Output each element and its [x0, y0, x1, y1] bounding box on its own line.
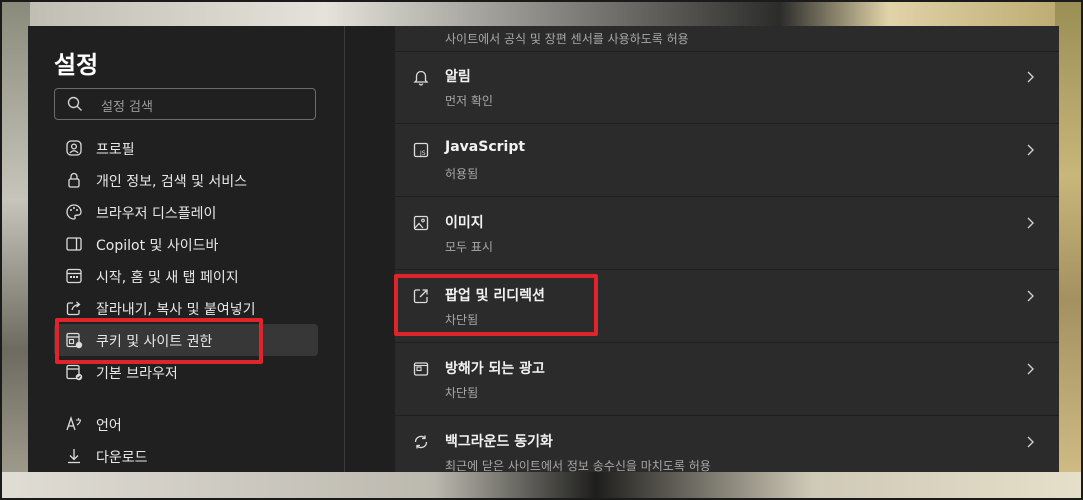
sidebar-item-label: 브라우저 디스플레이: [96, 206, 217, 222]
sidebar-item-label: 프로필: [96, 142, 135, 158]
svg-text:JS: JS: [419, 150, 426, 157]
highlight-box-popups: [394, 274, 598, 336]
sidebar-item-label: 기본 브라우저: [96, 366, 178, 382]
sidebar-item-copilot[interactable]: Copilot 및 사이드바: [54, 228, 318, 260]
image-icon: [412, 214, 430, 232]
sidebar-item-label: 개인 정보, 검색 및 서비스: [96, 174, 248, 190]
list-item-javascript[interactable]: JS JavaScript 허용됨: [395, 125, 1059, 197]
download-icon: [65, 447, 83, 465]
row-title: 이미지: [445, 215, 484, 231]
share-icon: [65, 299, 83, 317]
sidebar-item-label: 언어: [96, 418, 122, 434]
javascript-icon: JS: [412, 141, 430, 159]
search-placeholder: 설정 검색: [101, 100, 153, 115]
site-permissions-list: 사이트에서 공식 및 장편 센서를 사용하도록 허용 알림 먼저 확인 JS J…: [395, 26, 1059, 473]
sidebar-item-display[interactable]: 브라우저 디스플레이: [54, 196, 318, 228]
sidebar-icon: [65, 235, 83, 253]
highlight-box-cookies: [55, 318, 263, 364]
row-subtitle: 모두 표시: [445, 240, 493, 254]
list-item-notifications[interactable]: 알림 먼저 확인: [395, 52, 1059, 124]
palette-icon: [65, 203, 83, 221]
ads-icon: [412, 360, 430, 378]
settings-content: 사이트에서 공식 및 장편 센서를 사용하도록 허용 알림 먼저 확인 JS J…: [345, 26, 1059, 473]
language-icon: [65, 415, 83, 433]
list-item-sensors[interactable]: 사이트에서 공식 및 장편 센서를 사용하도록 허용: [395, 0, 1059, 52]
search-input[interactable]: 설정 검색: [54, 88, 316, 120]
sync-icon: [412, 433, 430, 451]
lock-icon: [65, 171, 83, 189]
settings-sidebar: 설정 설정 검색 프로필 개인 정보, 검색 및 서비스 브라우저 디스플레이 …: [28, 26, 345, 472]
sidebar-item-privacy[interactable]: 개인 정보, 검색 및 서비스: [54, 164, 318, 196]
sidebar-item-label: Copilot 및 사이드바: [96, 238, 219, 254]
chevron-right-icon: [1025, 68, 1037, 86]
settings-window: 설정 설정 검색 프로필 개인 정보, 검색 및 서비스 브라우저 디스플레이 …: [28, 26, 1059, 473]
list-item-background-sync[interactable]: 백그라운드 동기화 최근에 닫은 사이트에서 정보 송수신을 마치도록 허용: [395, 417, 1059, 489]
row-subtitle: 최근에 닫은 사이트에서 정보 송수신을 마치도록 허용: [445, 459, 711, 473]
row-title: 백그라운드 동기화: [445, 434, 553, 450]
home-tab-icon: [65, 267, 83, 285]
sidebar-item-label: 다운로드: [96, 450, 148, 466]
sidebar-item-label: 잘라내기, 복사 및 붙여넣기: [96, 302, 256, 318]
sidebar-item-label: 시작, 홈 및 새 탭 페이지: [96, 270, 239, 286]
bell-icon: [412, 68, 430, 86]
row-title: JavaScript: [445, 139, 526, 155]
sidebar-item-profile[interactable]: 프로필: [54, 132, 318, 164]
row-subtitle: 허용됨: [445, 167, 479, 181]
list-item-images[interactable]: 이미지 모두 표시: [395, 198, 1059, 270]
sidebar-item-download[interactable]: 다운로드: [54, 440, 318, 472]
chevron-right-icon: [1025, 433, 1037, 451]
row-title: 알림: [445, 69, 471, 85]
chevron-right-icon: [1025, 360, 1037, 378]
default-browser-icon: [65, 363, 83, 381]
row-subtitle: 먼저 확인: [445, 94, 493, 108]
search-icon: [66, 95, 84, 113]
chevron-right-icon: [1025, 141, 1037, 159]
chevron-right-icon: [1025, 287, 1037, 305]
row-title: 방해가 되는 광고: [445, 361, 545, 377]
sidebar-item-language[interactable]: 언어: [54, 408, 318, 440]
sidebar-item-start-home[interactable]: 시작, 홈 및 새 탭 페이지: [54, 260, 318, 292]
profile-icon: [65, 139, 83, 157]
row-subtitle: 차단됨: [445, 386, 479, 400]
row-subtitle: 사이트에서 공식 및 장편 센서를 사용하도록 허용: [445, 32, 689, 46]
page-title: 설정: [54, 51, 99, 79]
list-item-intrusive-ads[interactable]: 방해가 되는 광고 차단됨: [395, 344, 1059, 416]
chevron-right-icon: [1025, 214, 1037, 232]
